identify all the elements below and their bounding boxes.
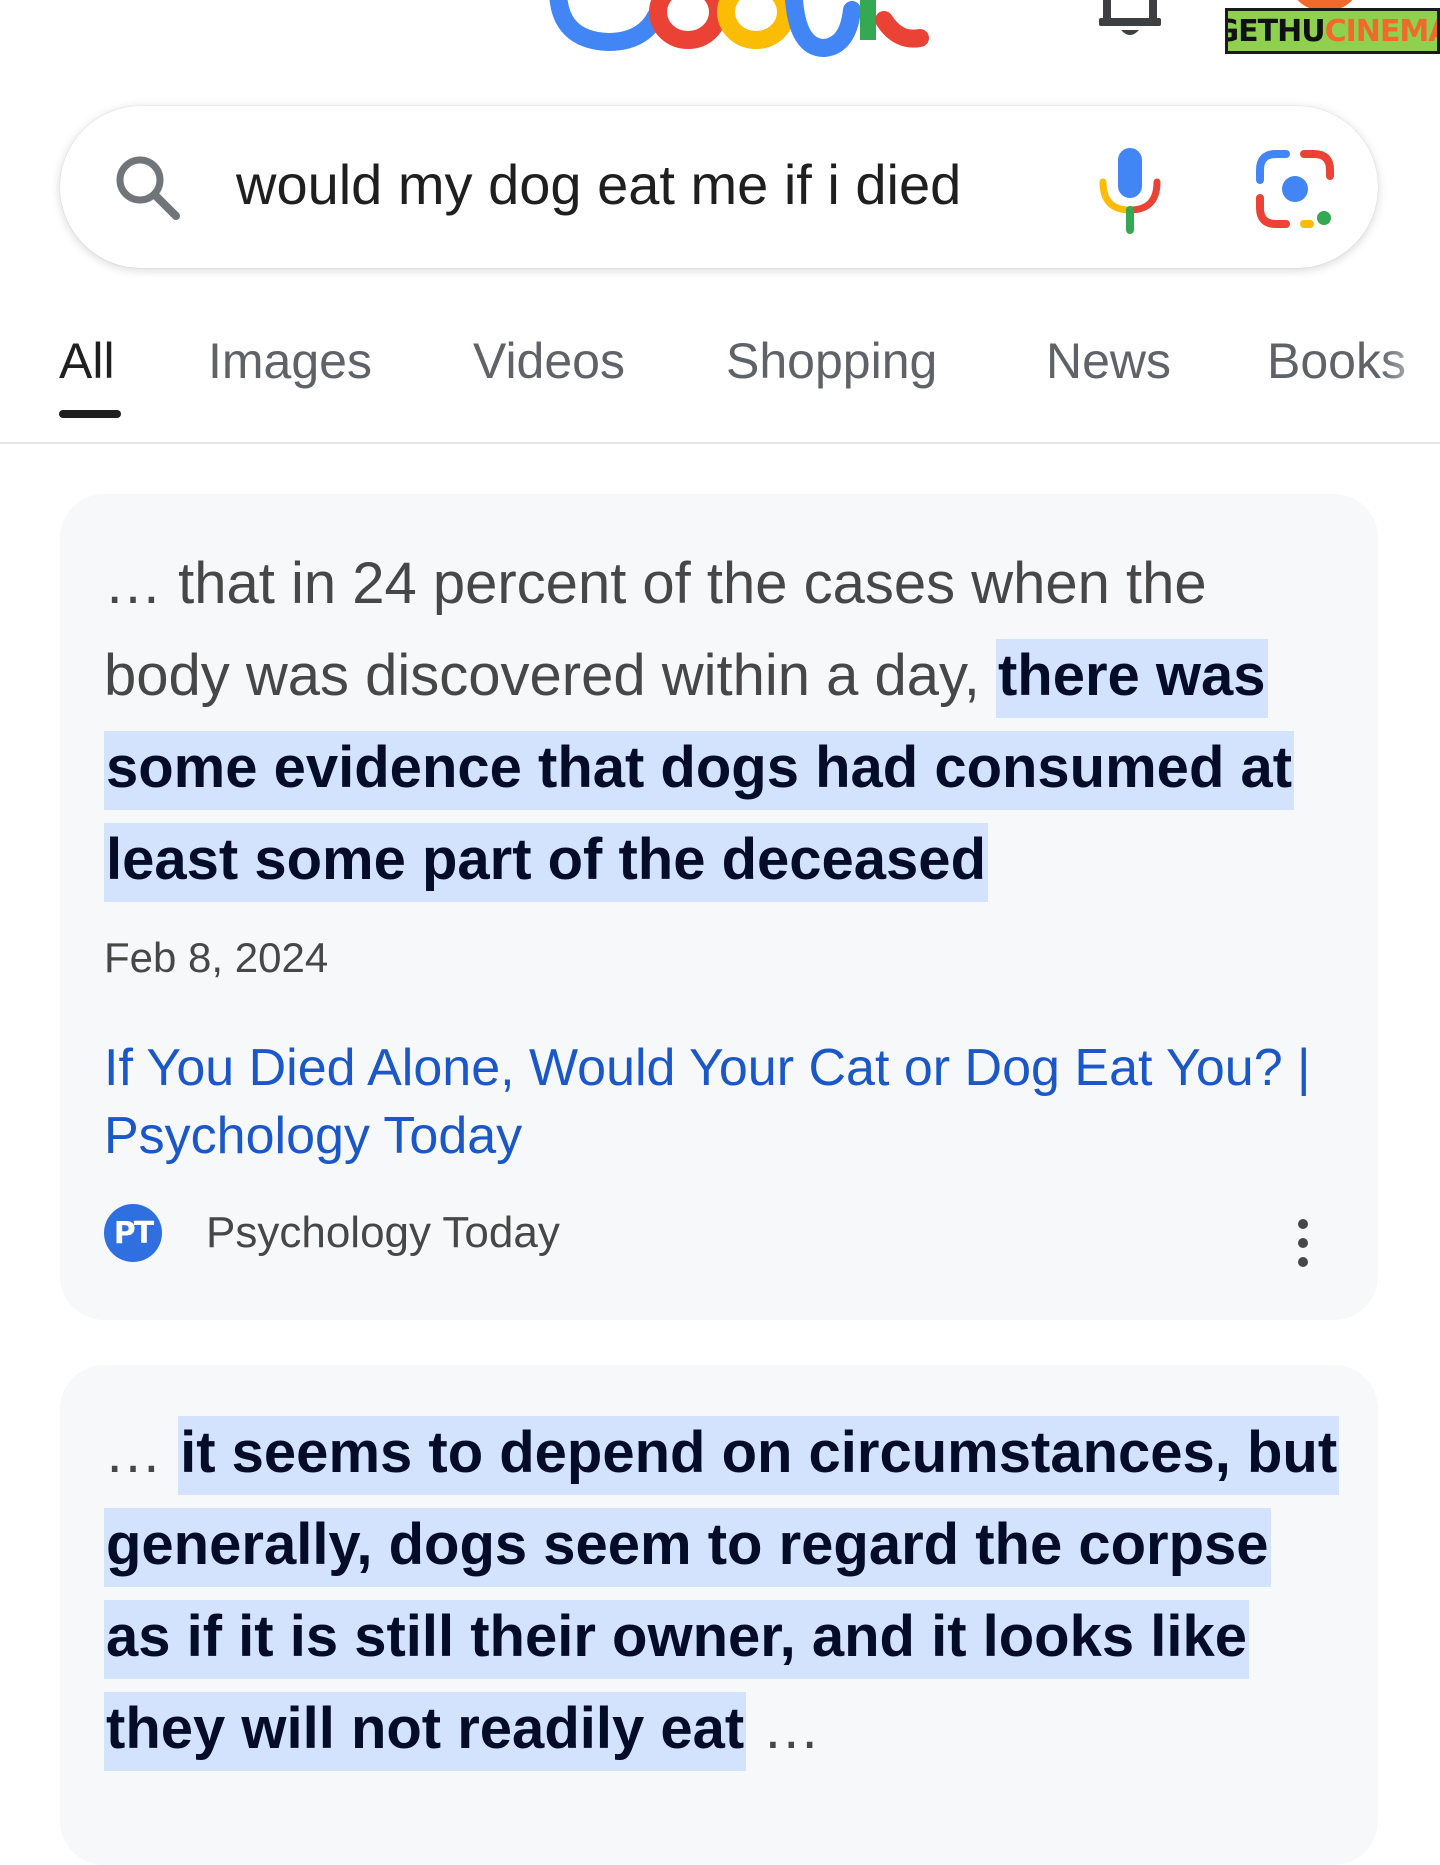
snippet-prefix: …: [104, 1420, 179, 1485]
tab-images[interactable]: Images: [208, 332, 372, 390]
google-lens-icon[interactable]: [1252, 146, 1338, 232]
search-box[interactable]: would my dog eat me if i died: [60, 106, 1378, 268]
watermark-text-2: CINEMA: [1324, 13, 1440, 49]
microphone-icon[interactable]: [1085, 144, 1175, 234]
tabs-scroll-fade: [1380, 320, 1440, 440]
snippet-text: … it seems to depend on circumstances, b…: [104, 1407, 1344, 1775]
google-logo[interactable]: [548, 0, 929, 58]
bell-icon[interactable]: [1095, 0, 1165, 40]
snippet-highlight: it seems to depend on circumstances, but…: [104, 1416, 1340, 1771]
result-date: Feb 8, 2024: [104, 934, 329, 981]
tab-videos[interactable]: Videos: [473, 332, 625, 390]
tab-news[interactable]: News: [1046, 332, 1171, 390]
active-tab-indicator: [59, 410, 121, 418]
featured-snippet-card: … that in 24 percent of the cases when t…: [60, 494, 1378, 1320]
source-name[interactable]: Psychology Today: [206, 1204, 560, 1262]
search-input[interactable]: would my dog eat me if i died: [236, 140, 1076, 230]
tab-shopping[interactable]: Shopping: [726, 332, 937, 390]
more-vert-icon[interactable]: [1292, 1218, 1314, 1268]
search-icon[interactable]: [112, 152, 184, 224]
top-bar: GETHU CINEMA: [0, 0, 1440, 90]
tab-all[interactable]: All: [59, 332, 115, 390]
snippet-suffix: …: [746, 1696, 821, 1761]
result-title-link[interactable]: If You Died Alone, Would Your Cat or Dog…: [104, 1034, 1344, 1170]
snippet-card: … it seems to depend on circumstances, b…: [60, 1365, 1378, 1865]
site-favicon: PT: [104, 1204, 162, 1262]
watermark-text-1: GETHU: [1225, 13, 1326, 49]
snippet-text: … that in 24 percent of the cases when t…: [104, 538, 1344, 906]
watermark-logo: GETHU CINEMA: [1225, 8, 1440, 54]
search-tabs: All Images Videos Shopping News Books: [0, 320, 1440, 444]
